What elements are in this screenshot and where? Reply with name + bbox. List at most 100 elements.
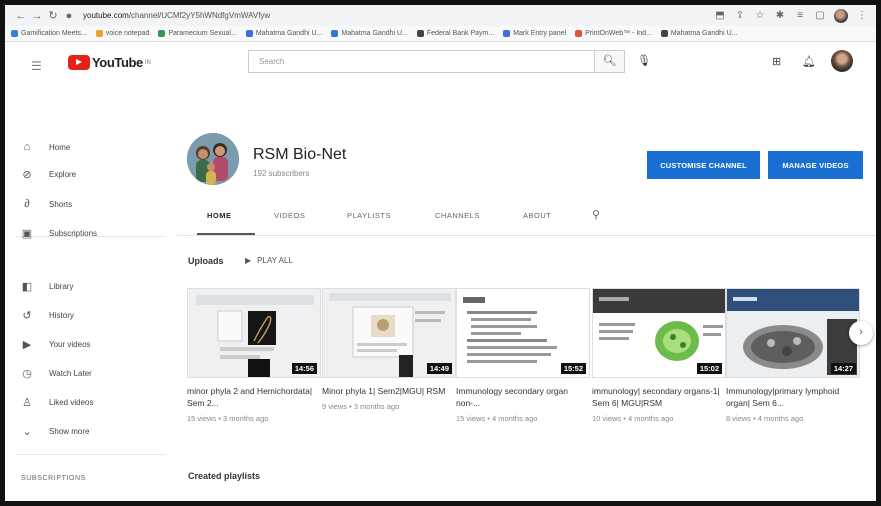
sidebar-item-watch-later[interactable]: ◷ Watch Later [5,365,92,381]
profile-avatar[interactable] [834,8,848,23]
channel-avatar [187,133,239,185]
youtube-logo[interactable]: YouTube IN [68,55,151,70]
video-title[interactable]: Immunology|primary lymphoid organ| Sem 6… [726,385,860,409]
bookmark-item[interactable]: Mark Entry panel [503,30,566,37]
bookmark-item[interactable]: Mahatma Gandhi U... [331,30,408,37]
bookmark-item[interactable]: Federal Bank Paym... [416,30,494,37]
extension-icon[interactable]: ✱ [774,10,786,21]
subscriptions-icon: ▣ [21,227,33,240]
bookmark-item[interactable]: Mahatma Gandhi U... [245,30,323,37]
play-all-button[interactable]: ▶ PLAY ALL [245,256,293,265]
logo-text: YouTube [92,55,143,70]
library-icon: ◧ [21,280,33,293]
bookmark-icon [158,30,166,37]
video-card[interactable]: 14:49 Minor phyla 1| Sem2|MGU| RSM 9 views… [322,288,456,411]
play-all-label: PLAY ALL [257,256,293,265]
manage-videos-button[interactable]: MANAGE VIDEOS [768,151,863,179]
tab-home[interactable]: HOME [207,211,232,220]
reload-icon[interactable]: ↻ [45,9,61,22]
compass-icon: ⊘ [22,168,32,181]
bookmark-icon [331,30,339,37]
bookmark-label: Mahatma Gandhi U... [341,30,408,37]
sidebar-item-shorts[interactable]: ∂ Shorts [5,196,72,212]
sidebar: SUBSCRIPTIONS ⌂ Home ⊘ Explore ∂ Shorts ▣ Subsc… [5,88,175,501]
video-title[interactable]: Immunology secondary organ non-... [456,385,590,409]
sidebar-item-liked-videos[interactable]: ♙ Liked videos [5,394,93,410]
channel-search-icon[interactable]: ⚲ [592,208,601,221]
next-arrow-button[interactable]: › [849,321,873,345]
subscriber-count: 192 subscribers [253,169,310,178]
logo-region: IN [144,59,151,66]
video-thumbnail[interactable]: 14:49 [322,288,456,378]
tab-about[interactable]: ABOUT [523,211,551,220]
bookmark-item[interactable]: PrintOnWeb™ - Ind... [575,30,652,37]
sidebar-item-label: Show more [49,426,90,436]
video-duration: 15:52 [560,363,586,374]
video-card[interactable]: 14:27 Immunology|primary lymphoid organ| … [726,288,860,423]
mic-icon[interactable]: 🎙︎ [637,54,651,67]
menu-icon[interactable]: ☰ [31,59,42,73]
share-icon[interactable]: ⇪ [734,10,746,21]
sidebar-item-show-more[interactable]: ⌄ Show more [5,423,89,439]
tab-channels[interactable]: CHANNELS [435,211,480,220]
video-title[interactable]: minor phyla 2 and Hemichordata| Sem 2... [187,385,321,409]
reading-list-icon[interactable]: ≡ [794,10,806,21]
video-title[interactable]: immunology| secondary organs-1| Sem 6| M… [592,385,726,409]
account-avatar[interactable] [831,50,853,72]
bookmark-icon [245,30,253,37]
create-icon[interactable]: ⊞ [772,55,781,68]
bookmark-label: Mark Entry panel [513,30,567,37]
screenshot-frame: ← → ↻ ● youtube.com/channel/UCMf2yY5hWNd… [0,0,881,506]
tab-playlists[interactable]: PLAYLISTS [347,211,391,220]
sidebar-item-label: Subscriptions [49,228,98,238]
sidebar-item-explore[interactable]: ⊘ Explore [5,166,76,182]
bookmark-item[interactable]: Mahatma Gandhi U... [660,30,737,37]
sidebar-item-label: Shorts [49,199,73,209]
video-card[interactable]: 15:02 immunology| secondary organs-1| Sem… [592,288,726,423]
video-duration: 14:27 [830,363,856,374]
kebab-menu-icon[interactable]: ⋮ [856,10,868,21]
video-thumbnail[interactable]: 14:56 [187,288,321,378]
install-icon[interactable]: ⬒ [714,10,726,21]
tab-search-icon[interactable]: ▢ [814,10,826,21]
bookmark-label: Mahatma Gandhi U... [255,30,323,37]
bookmark-icon [575,30,583,37]
sidebar-item-library[interactable]: ◧ Library [5,278,74,294]
video-card[interactable]: 15:52 Immunology secondary organ non-... 1… [456,288,590,423]
sidebar-item-label: Library [49,281,74,291]
sidebar-item-history[interactable]: ↺ History [5,307,74,323]
bookmark-icon [503,30,511,37]
bookmark-item[interactable]: Gamification Meets... [11,30,87,37]
bookmark-label: Gamification Meets... [21,30,87,37]
search-input[interactable]: Search [248,50,595,73]
video-thumbnail[interactable]: 15:52 [456,288,590,378]
browser-toolbar: ← → ↻ ● youtube.com/channel/UCMf2yY5hWNd… [5,5,876,26]
shorts-icon: ∂ [24,198,30,210]
video-thumbnail[interactable]: 15:02 [592,288,726,378]
sidebar-item-home[interactable]: ⌂ Home [5,139,71,155]
your-videos-icon: ▶ [22,338,32,351]
bell-icon[interactable]: 🔔︎ [802,55,816,68]
video-title[interactable]: Minor phyla 1| Sem2|MGU| RSM [322,385,456,397]
home-icon: ⌂ [23,141,31,153]
channel-tabs: ⚲ HOME VIDEOS PLAYLISTS CHANNELS ABOUT [187,201,867,231]
address-bar[interactable]: youtube.com/channel/UCMf2yY5hWNdfgVmWAVf… [83,11,413,20]
video-card[interactable]: 14:56 minor phyla 2 and Hemichordata| Sem… [187,288,321,423]
video-meta: 15 views • 4 months ago [456,414,538,423]
chevron-down-icon: ⌄ [22,425,32,438]
video-thumbnail[interactable]: 14:27 [726,288,860,378]
video-meta: 15 views • 3 months ago [187,414,269,423]
uploads-heading: Uploads [188,256,224,266]
bookmark-item[interactable]: Paramecium Sexual... [158,30,237,37]
star-icon[interactable]: ☆ [754,10,766,21]
back-icon[interactable]: ← [13,10,29,22]
tab-videos[interactable]: VIDEOS [274,211,305,220]
video-meta: 10 views • 4 months ago [592,414,674,423]
sidebar-item-your-videos[interactable]: ▶ Your videos [5,336,91,352]
bookmark-item[interactable]: voice notepad [95,30,149,37]
sidebar-item-subscriptions[interactable]: ▣ Subscriptions [5,225,97,241]
customise-channel-button[interactable]: CUSTOMISE CHANNEL [647,151,760,179]
youtube-play-icon [68,55,90,70]
forward-icon[interactable]: → [29,10,45,22]
search-button[interactable]: 🔍︎ [595,50,625,73]
